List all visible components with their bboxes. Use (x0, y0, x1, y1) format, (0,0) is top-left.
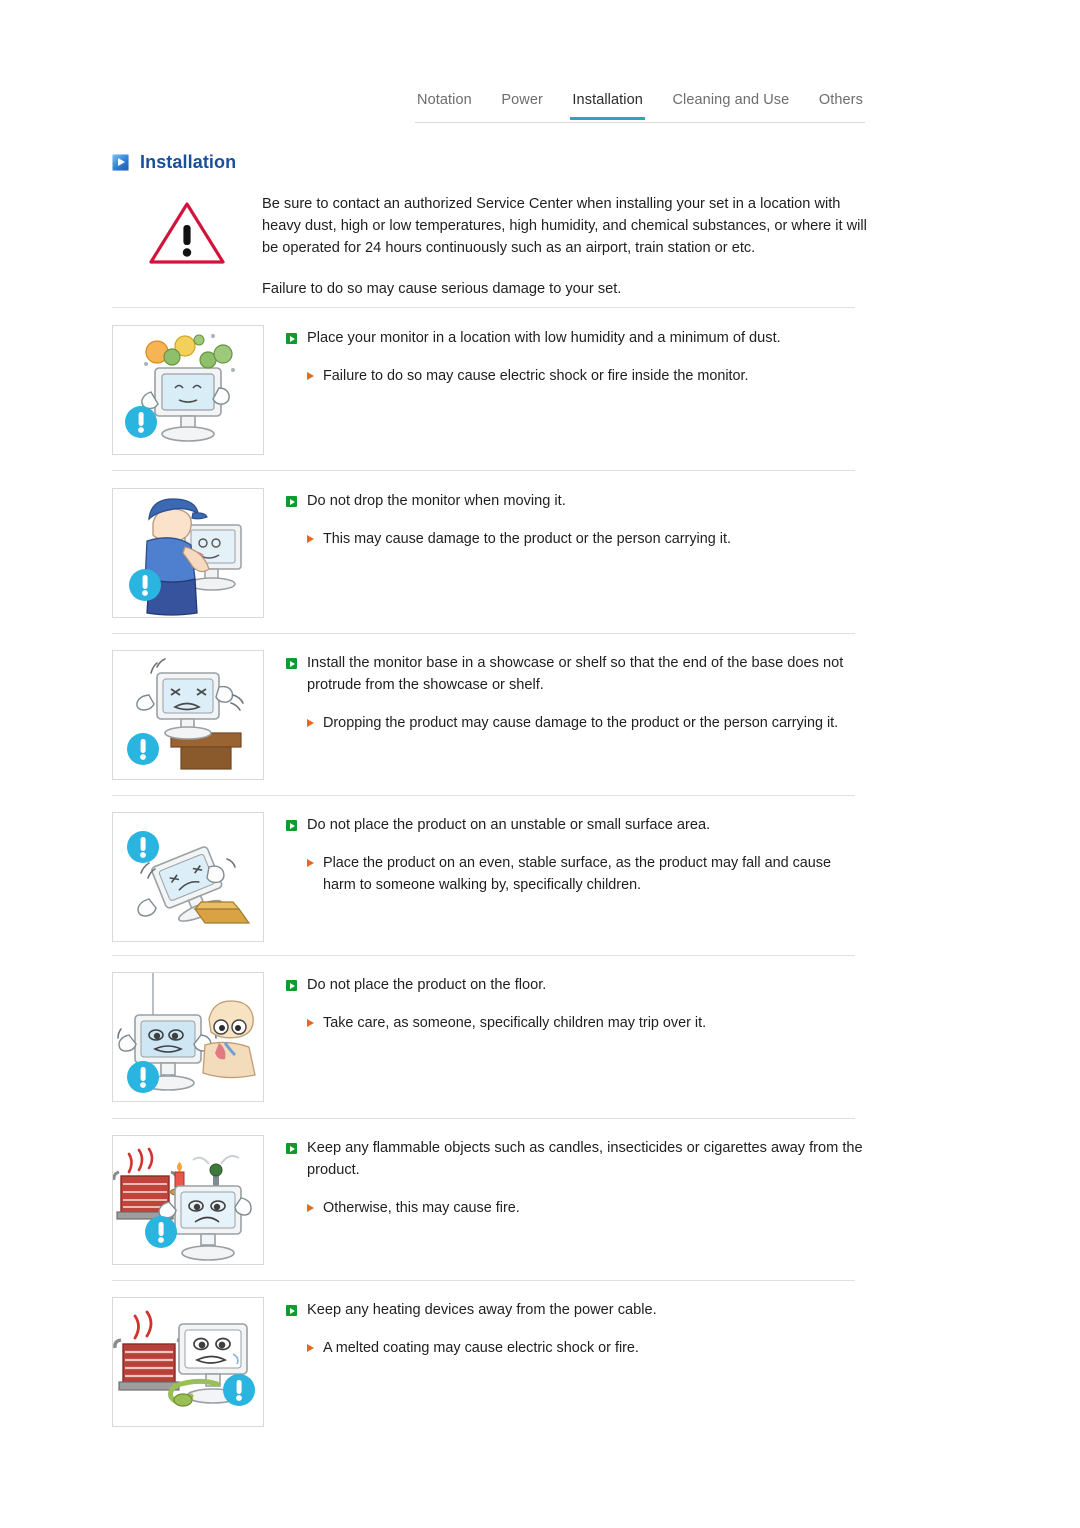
green-arrow-bullet-icon (286, 333, 297, 344)
instruction-main: Place your monitor in a location with lo… (286, 328, 867, 350)
instruction-sub-label: Take care, as someone, specifically chil… (323, 1014, 707, 1031)
heater-candle-near-monitor-illustration (112, 1135, 264, 1265)
instruction-text: Do not place the product on the floor. T… (264, 972, 867, 1102)
instruction-text: Place your monitor in a location with lo… (264, 325, 867, 455)
green-arrow-bullet-icon (286, 980, 297, 991)
orange-triangle-bullet-icon (307, 1343, 314, 1352)
instruction-main: Keep any heating devices away from the p… (286, 1300, 867, 1322)
row-divider (112, 1118, 855, 1119)
instruction-text: Do not place the product on an unstable … (264, 812, 867, 942)
monitor-falling-off-small-surface-illustration (112, 812, 264, 942)
orange-triangle-bullet-icon (307, 858, 314, 867)
blue-play-square-icon (112, 154, 129, 171)
orange-triangle-bullet-icon (307, 718, 314, 727)
instruction-main-label: Keep any flammable objects such as candl… (307, 1140, 863, 1178)
instruction-main-label: Do not place the product on the floor. (307, 977, 547, 993)
orange-triangle-bullet-icon (307, 534, 314, 543)
instruction-row: Keep any heating devices away from the p… (112, 1297, 867, 1427)
person-carrying-monitor-illustration (112, 488, 264, 618)
tab-cleaning-and-use[interactable]: Cleaning and Use (670, 92, 791, 120)
green-arrow-bullet-icon (286, 658, 297, 669)
warning-triangle-icon (148, 200, 226, 266)
page-header: Installation (112, 152, 236, 173)
instruction-text: Install the monitor base in a showcase o… (264, 650, 867, 780)
instruction-main: Install the monitor base in a showcase o… (286, 653, 867, 697)
instruction-sub: Dropping the product may cause damage to… (286, 713, 867, 735)
green-arrow-bullet-icon (286, 1143, 297, 1154)
instruction-text: Keep any flammable objects such as candl… (264, 1135, 867, 1265)
heater-near-power-cable-illustration (112, 1297, 264, 1427)
orange-triangle-bullet-icon (307, 1203, 314, 1212)
instruction-main: Do not place the product on an unstable … (286, 815, 867, 837)
instruction-main-label: Install the monitor base in a showcase o… (307, 655, 844, 693)
green-arrow-bullet-icon (286, 496, 297, 507)
tab-power[interactable]: Power (499, 92, 545, 120)
row-divider (112, 307, 855, 308)
orange-triangle-bullet-icon (307, 371, 314, 380)
instruction-main-label: Do not drop the monitor when moving it. (307, 493, 566, 509)
instruction-main: Do not place the product on the floor. (286, 975, 867, 997)
instruction-text: Keep any heating devices away from the p… (264, 1297, 867, 1427)
instruction-main-label: Place your monitor in a location with lo… (307, 330, 781, 346)
instruction-row: Install the monitor base in a showcase o… (112, 650, 867, 780)
tab-installation[interactable]: Installation (570, 92, 645, 120)
instruction-row: Do not drop the monitor when moving it. … (112, 488, 867, 618)
section-tabs[interactable]: Notation Power Installation Cleaning and… (415, 92, 865, 120)
green-arrow-bullet-icon (286, 820, 297, 831)
instruction-sub: Place the product on an even, stable sur… (286, 853, 867, 896)
tab-others[interactable]: Others (817, 92, 865, 120)
row-divider (112, 1280, 855, 1281)
instruction-sub: Take care, as someone, specifically chil… (286, 1013, 867, 1035)
instruction-sub: Otherwise, this may cause fire. (286, 1198, 867, 1220)
instruction-sub-label: Dropping the product may cause damage to… (323, 714, 839, 731)
instruction-sub: Failure to do so may cause electric shoc… (286, 366, 867, 388)
green-arrow-bullet-icon (286, 1305, 297, 1316)
monitor-on-shelf-edge-illustration (112, 650, 264, 780)
intro-warning-block: Be sure to contact an authorized Service… (112, 193, 867, 300)
page-title: Installation (140, 152, 237, 172)
orange-triangle-bullet-icon (307, 1018, 314, 1027)
instruction-main-label: Keep any heating devices away from the p… (307, 1302, 657, 1318)
instruction-row: Do not place the product on the floor. T… (112, 972, 867, 1102)
instruction-sub: A melted coating may cause electric shoc… (286, 1338, 867, 1360)
instruction-sub-label: Otherwise, this may cause fire. (323, 1199, 520, 1216)
row-divider (112, 470, 855, 471)
instruction-row: Do not place the product on an unstable … (112, 812, 867, 942)
row-divider (112, 795, 855, 796)
tab-notation[interactable]: Notation (415, 92, 474, 120)
instruction-sub-label: Failure to do so may cause electric shoc… (323, 367, 749, 384)
intro-paragraph-1: Be sure to contact an authorized Service… (262, 196, 867, 257)
instruction-sub-label: Place the product on an even, stable sur… (323, 854, 831, 893)
instruction-row: Place your monitor in a location with lo… (112, 325, 867, 455)
tabbar-divider (415, 122, 865, 123)
warning-triangle-icon-wrap (112, 193, 262, 300)
row-divider (112, 633, 855, 634)
instruction-text: Do not drop the monitor when moving it. … (264, 488, 867, 618)
intro-paragraph-2: Failure to do so may cause serious damag… (262, 280, 622, 297)
instruction-sub: This may cause damage to the product or … (286, 529, 867, 551)
instruction-main: Keep any flammable objects such as candl… (286, 1138, 867, 1182)
instruction-row: Keep any flammable objects such as candl… (112, 1135, 867, 1265)
instruction-main-label: Do not place the product on an unstable … (307, 817, 711, 833)
instruction-sub-label: A melted coating may cause electric shoc… (323, 1339, 639, 1356)
instruction-main: Do not drop the monitor when moving it. (286, 491, 867, 513)
row-divider (112, 955, 855, 956)
monitor-with-dust-particles-illustration (112, 325, 264, 455)
monitor-on-floor-with-child-illustration (112, 972, 264, 1102)
instruction-sub-label: This may cause damage to the product or … (323, 530, 731, 547)
intro-text: Be sure to contact an authorized Service… (262, 193, 867, 300)
